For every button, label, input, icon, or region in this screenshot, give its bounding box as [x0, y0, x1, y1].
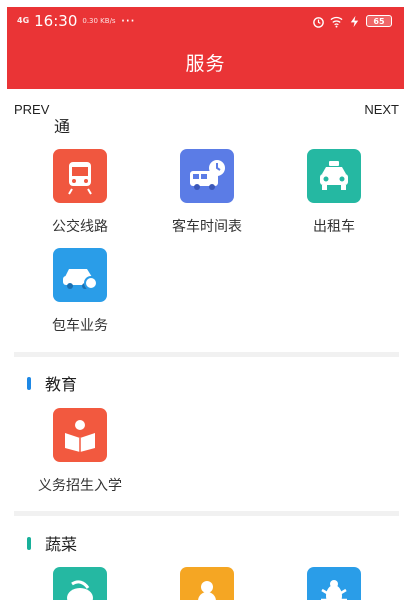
bus-icon: [53, 149, 107, 203]
service-item-pest[interactable]: [274, 567, 394, 600]
service-item-vegetable[interactable]: [20, 567, 140, 600]
section-education-head: 教育: [27, 371, 77, 395]
gourd-icon: [180, 567, 234, 600]
service-item-label: 公交线路: [52, 219, 108, 235]
vegetable-icon: [53, 567, 107, 600]
service-item-label: 义务招生入学: [38, 478, 122, 494]
section-accent-bar: [27, 376, 31, 390]
battery-level: 65: [373, 16, 385, 26]
battery-icon: 65: [366, 15, 392, 27]
section-education-title: 教育: [45, 375, 78, 394]
alarm-icon: [313, 16, 324, 28]
service-item-car-rental[interactable]: 包车业务: [20, 248, 140, 335]
status-right: 65: [312, 15, 392, 28]
page-title: 服务: [185, 52, 226, 75]
service-item-label: 包车业务: [52, 318, 108, 334]
prev-button[interactable]: PREV: [14, 102, 49, 117]
wifi-icon: [330, 16, 343, 28]
status-time: 16:30: [34, 12, 78, 30]
bug-icon: [307, 567, 361, 600]
coach-clock-icon: [180, 149, 234, 203]
service-item-coach-timetable[interactable]: 客车时间表: [147, 149, 267, 236]
section-transport-title: 通: [54, 117, 71, 136]
title-bar: 服务: [7, 35, 404, 89]
reading-student-icon: [53, 408, 107, 462]
service-item-enrollment[interactable]: 义务招生入学: [20, 408, 140, 495]
section-vegetable-head: 蔬菜: [27, 531, 77, 555]
network-speed: 0.30 KB/s: [82, 16, 116, 25]
service-item-label: 出租车: [313, 219, 355, 235]
service-item-gourd[interactable]: [147, 567, 267, 600]
taxi-icon: [307, 149, 361, 203]
section-vegetable-title: 蔬菜: [45, 535, 78, 554]
next-button[interactable]: NEXT: [364, 102, 399, 117]
signal-indicator: 4G: [17, 16, 30, 25]
service-item-bus-routes[interactable]: 公交线路: [20, 149, 140, 236]
section-divider: [14, 352, 399, 357]
section-divider: [14, 511, 399, 516]
section-transport-head: 通: [54, 113, 70, 137]
service-item-taxi[interactable]: 出租车: [274, 149, 394, 236]
section-accent-bar: [27, 536, 31, 550]
status-left: 4G 16:30 0.30 KB/s ···: [17, 12, 135, 30]
status-more: ···: [120, 12, 135, 30]
charging-icon: [350, 15, 359, 27]
car-rental-icon: [53, 248, 107, 302]
status-bar: 4G 16:30 0.30 KB/s ··· 65: [7, 7, 404, 35]
service-item-label: 客车时间表: [172, 219, 242, 235]
